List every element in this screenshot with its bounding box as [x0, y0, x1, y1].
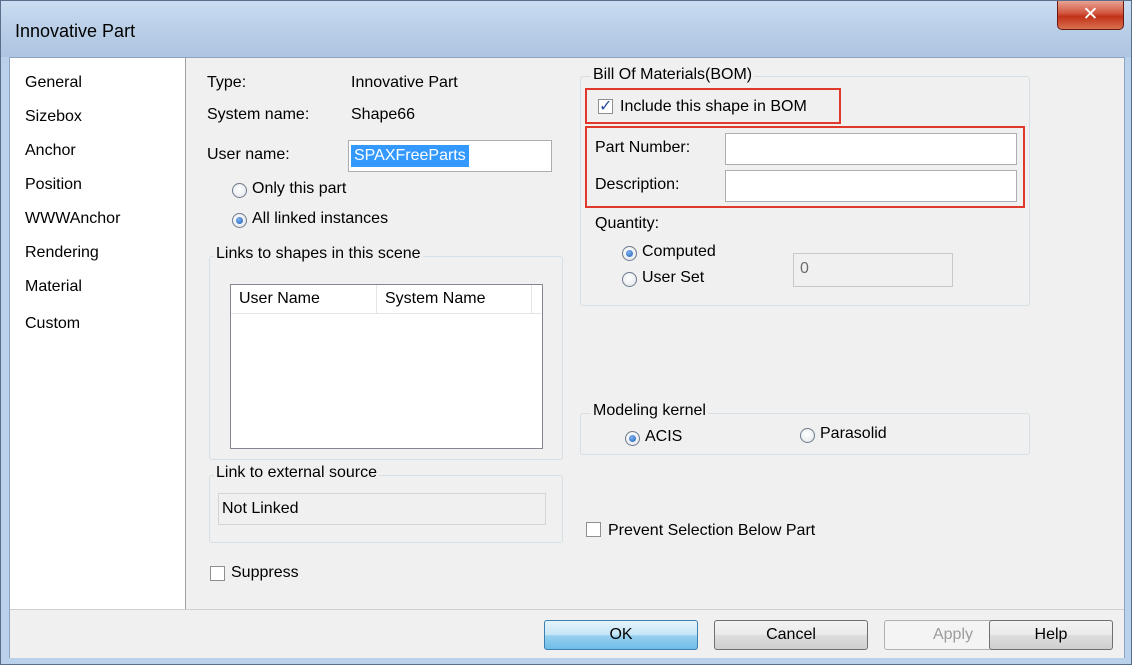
button-bar: OK Cancel Apply Help	[10, 609, 1124, 658]
title-bar[interactable]: Innovative Part ✕	[1, 1, 1131, 57]
include-bom-label[interactable]: Include this shape in BOM	[620, 98, 807, 116]
computed-radio[interactable]	[622, 246, 637, 261]
type-value: Innovative Part	[351, 74, 458, 91]
prevent-selection-checkbox[interactable]	[586, 522, 601, 537]
all-linked-radio[interactable]	[232, 213, 247, 228]
description-input[interactable]	[725, 170, 1017, 202]
col-user-name[interactable]: User Name	[231, 285, 377, 313]
user-name-input[interactable]: SPAXFreeParts	[348, 140, 552, 172]
system-name-value: Shape66	[351, 106, 416, 123]
list-header: User Name System Name	[231, 285, 542, 314]
include-bom-checkbox[interactable]	[598, 96, 613, 115]
only-this-part-label[interactable]: Only this part	[252, 180, 346, 198]
suppress-label[interactable]: Suppress	[231, 564, 299, 582]
sidebar: General Sizebox Anchor Position WWWAncho…	[10, 58, 186, 609]
acis-label[interactable]: ACIS	[645, 428, 682, 446]
ok-button[interactable]: OK	[544, 620, 698, 650]
sidebar-item-general[interactable]: General	[25, 74, 82, 92]
close-icon: ✕	[1082, 3, 1099, 25]
only-this-part-radio[interactable]	[232, 183, 247, 198]
user-name-selected-text: SPAXFreeParts	[351, 145, 469, 167]
user-set-radio[interactable]	[622, 272, 637, 287]
parasolid-radio[interactable]	[800, 428, 815, 443]
quantity-input: 0	[793, 253, 953, 287]
all-linked-label[interactable]: All linked instances	[252, 210, 388, 228]
user-set-label[interactable]: User Set	[642, 269, 704, 287]
links-group-label: Links to shapes in this scene	[214, 245, 423, 263]
sidebar-item-rendering[interactable]: Rendering	[25, 244, 99, 262]
acis-radio[interactable]	[625, 431, 640, 446]
kernel-group-label: Modeling kernel	[591, 402, 708, 420]
links-list[interactable]: User Name System Name	[230, 284, 543, 449]
prevent-selection-label[interactable]: Prevent Selection Below Part	[608, 522, 815, 540]
system-name-label: System name:	[207, 106, 310, 123]
external-group-label: Link to external source	[214, 464, 379, 482]
part-number-input[interactable]	[725, 133, 1017, 165]
help-button[interactable]: Help	[989, 620, 1113, 650]
quantity-label: Quantity:	[595, 215, 660, 232]
sidebar-item-position[interactable]: Position	[25, 176, 82, 194]
type-label: Type:	[207, 74, 247, 91]
quantity-value: 0	[800, 260, 809, 277]
sidebar-item-custom[interactable]: Custom	[25, 315, 80, 333]
external-source-field: Not Linked	[218, 493, 546, 525]
external-source-value: Not Linked	[222, 500, 299, 517]
parasolid-label[interactable]: Parasolid	[820, 425, 887, 443]
close-button[interactable]: ✕	[1057, 1, 1124, 30]
window-title: Innovative Part	[15, 21, 136, 41]
dialog-client: General Sizebox Anchor Position WWWAncho…	[9, 57, 1125, 658]
bom-group-label: Bill Of Materials(BOM)	[591, 66, 755, 84]
computed-label[interactable]: Computed	[642, 243, 716, 261]
sidebar-item-material[interactable]: Material	[25, 278, 82, 296]
sidebar-item-wwwanchor[interactable]: WWWAnchor	[25, 210, 120, 228]
suppress-checkbox[interactable]	[210, 566, 225, 581]
part-number-label: Part Number:	[595, 139, 691, 156]
cancel-button[interactable]: Cancel	[714, 620, 868, 650]
sidebar-item-anchor[interactable]: Anchor	[25, 142, 76, 160]
user-name-label: User name:	[207, 146, 290, 163]
col-system-name[interactable]: System Name	[377, 285, 532, 313]
description-label: Description:	[595, 176, 680, 193]
sidebar-item-sizebox[interactable]: Sizebox	[25, 108, 82, 126]
dialog-window: Innovative Part ✕ General Sizebox Anchor…	[0, 0, 1132, 665]
